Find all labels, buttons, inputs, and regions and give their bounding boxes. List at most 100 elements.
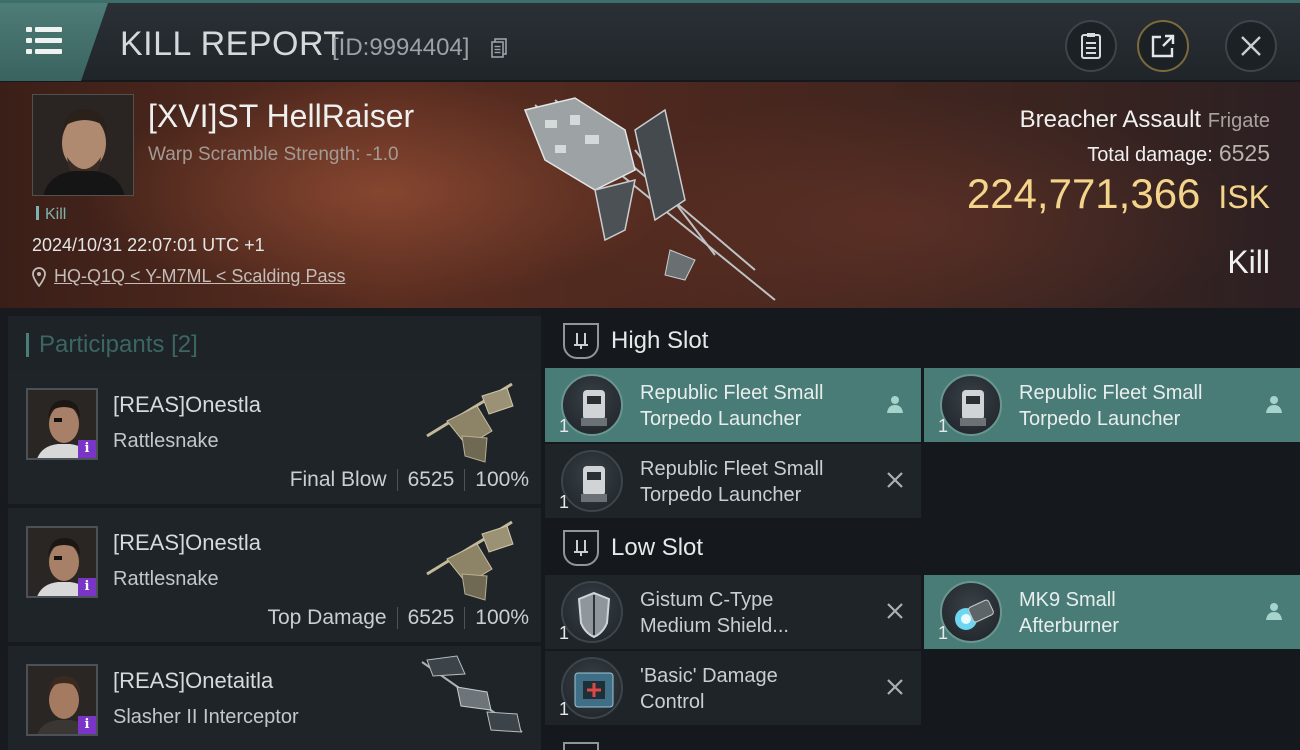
low-slot-icon [563, 530, 599, 566]
participant-stats: Top Damage 6525 100% [267, 606, 529, 630]
victim-ship-image [523, 97, 776, 301]
module-item[interactable]: 1 Republic Fleet Small Torpedo Launcher [924, 368, 1300, 442]
participant-role: Top Damage [267, 606, 387, 629]
avatar[interactable]: i [26, 388, 98, 460]
afterburner-icon [940, 581, 1002, 643]
clipboard-icon [1081, 33, 1101, 59]
participant-stats: Final Blow 6525 100% [290, 468, 529, 492]
damage-control-icon [561, 657, 623, 719]
participant-ship: Rattlesnake [113, 568, 219, 590]
low-slot-header: Low Slot [549, 519, 1300, 577]
torpedo-launcher-icon [561, 450, 623, 512]
clipboard-button[interactable] [1065, 20, 1117, 72]
rattlesnake-ship-image [426, 520, 514, 601]
close-button[interactable] [1225, 20, 1277, 72]
participant-damage: 6525 [407, 468, 455, 491]
total-damage-value: 6525 [1218, 140, 1270, 166]
ship-name: Breacher Assault [1019, 106, 1202, 133]
module-item[interactable]: 1 'Basic' Damage Control [545, 651, 921, 725]
module-item[interactable]: 1 Republic Fleet Small Torpedo Launcher [545, 444, 921, 518]
kill-datetime: 2024/10/31 22:07:01 UTC +1 [32, 235, 265, 255]
victim-ship[interactable]: Breacher Assault Frigate [1020, 106, 1270, 134]
participants-panel: Participants [2] i [REAS]Onestla Rattles… [0, 308, 541, 750]
low-slot-label: Low Slot [611, 534, 704, 561]
kill-location[interactable]: HQ-Q1Q < Y-M7ML < Scalding Pass [32, 266, 345, 287]
top-bar: KILL REPORT [ID:9994404] [0, 0, 1300, 81]
pilot-face-icon [33, 95, 133, 195]
ship-class: Frigate [1207, 110, 1270, 132]
participant-ship: Slasher II Interceptor [113, 706, 299, 728]
mid-slot-icon [563, 742, 599, 750]
divider [396, 469, 398, 491]
total-damage: Total damage: 6525 [1087, 140, 1270, 167]
location-pin-icon [32, 266, 46, 287]
isk-value: 224,771,366 ISK [967, 170, 1270, 218]
participant-damage: 6525 [407, 606, 455, 629]
kill-tag: Kill [36, 206, 66, 224]
participant-row[interactable]: i [REAS]Onetaitla Slasher II Interceptor [8, 646, 541, 750]
total-damage-label: Total damage: [1087, 144, 1213, 166]
hamburger-icon [26, 27, 62, 55]
participant-name[interactable]: [REAS]Onestla [113, 392, 261, 418]
module-item[interactable]: 1 MK9 Small Afterburner [924, 575, 1300, 649]
dropped-person-icon [1266, 396, 1282, 413]
copy-icon[interactable] [491, 38, 507, 58]
participant-row[interactable]: i [REAS]Onestla Rattlesnake Top Damage 6… [8, 508, 541, 642]
victim-pilot-name[interactable]: [XVI]ST HellRaiser [148, 98, 414, 135]
rattlesnake-ship-image [426, 382, 514, 463]
info-icon[interactable]: i [78, 440, 96, 458]
location-link[interactable]: HQ-Q1Q < Y-M7ML < Scalding Pass [54, 266, 345, 287]
participants-header: Participants [2] [8, 316, 541, 374]
participant-name[interactable]: [REAS]Onestla [113, 530, 261, 556]
mid-slot-header-partial [549, 728, 1300, 750]
participant-row[interactable]: i [REAS]Onestla Rattlesnake Final Blow 6… [8, 370, 541, 504]
divider [396, 607, 398, 629]
isk-amount: 224,771,366 [966, 170, 1201, 217]
module-quantity: 1 [559, 416, 570, 436]
module-item[interactable]: 1 Republic Fleet Small Torpedo Launcher [545, 368, 921, 442]
module-name: Republic Fleet Small Torpedo Launcher [640, 382, 824, 430]
high-slot-icon [563, 323, 599, 359]
destroyed-x-icon [887, 472, 903, 488]
avatar[interactable]: i [26, 526, 98, 598]
divider [464, 469, 466, 491]
participant-role: Final Blow [289, 468, 387, 491]
participant-name[interactable]: [REAS]Onetaitla [113, 668, 273, 694]
high-slot-label: High Slot [611, 327, 709, 354]
divider [464, 607, 466, 629]
share-icon [1151, 34, 1175, 58]
high-slot-header: High Slot [549, 312, 1300, 370]
module-name: Republic Fleet Small Torpedo Launcher [1019, 382, 1203, 430]
shield-extender-icon [561, 581, 623, 643]
dropped-person-icon [1266, 603, 1282, 620]
victim-portrait[interactable] [32, 94, 134, 196]
info-icon[interactable]: i [78, 578, 96, 596]
participant-percent: 100% [475, 606, 529, 629]
menu-button[interactable] [0, 3, 108, 81]
module-item[interactable]: 1 Gistum C-Type Medium Shield... [545, 575, 921, 649]
module-name: 'Basic' Damage Control [640, 665, 778, 713]
module-quantity: 1 [938, 623, 949, 643]
module-name: Republic Fleet Small Torpedo Launcher [640, 458, 824, 506]
module-quantity: 1 [938, 416, 949, 436]
dropped-person-icon [887, 396, 903, 413]
report-id: [ID:9994404] [332, 34, 470, 61]
slasher-ship-image [421, 655, 523, 733]
destroyed-x-icon [887, 603, 903, 619]
warp-scramble-strength: Warp Scramble Strength: -1.0 [148, 144, 399, 165]
result-label: Kill [1227, 244, 1270, 280]
avatar[interactable]: i [26, 664, 98, 736]
destroyed-x-icon [887, 679, 903, 695]
close-icon [1241, 36, 1261, 56]
info-icon[interactable]: i [78, 716, 96, 734]
torpedo-launcher-icon [940, 374, 1002, 436]
fitting-panel: High Slot 1 Republic Fleet Small Torpedo… [541, 308, 1300, 750]
participants-count: [2] [171, 331, 198, 358]
participants-label: Participants [39, 331, 165, 358]
victim-banner: [XVI]ST HellRaiser Warp Scramble Strengt… [0, 82, 1300, 308]
page-title: KILL REPORT [120, 25, 345, 63]
module-quantity: 1 [559, 492, 570, 512]
torpedo-launcher-icon [561, 374, 623, 436]
share-button[interactable] [1137, 20, 1189, 72]
module-name: Gistum C-Type Medium Shield... [640, 589, 789, 637]
